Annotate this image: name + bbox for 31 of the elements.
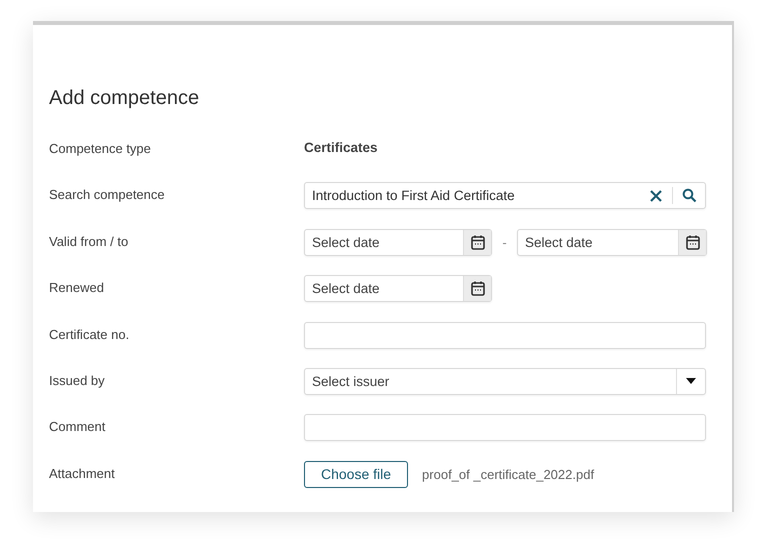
field-label: Competence type (49, 140, 152, 157)
placeholder-text: Select date (524, 234, 594, 252)
field-label: Issued by (49, 372, 106, 389)
calendar-icon[interactable] (470, 281, 484, 296)
field-value: Certificates (304, 139, 378, 155)
dialog-title: Add competence (48, 86, 200, 110)
clear-icon[interactable] (649, 188, 663, 203)
field-label: Comment (49, 418, 106, 436)
placeholder-text: Select issuer (311, 372, 390, 391)
range-separator: - (501, 234, 508, 250)
text-field[interactable] (304, 322, 706, 349)
search-value: Introduction to First Aid Certificate (311, 187, 516, 206)
search-icon[interactable] (682, 188, 697, 204)
search-field[interactable]: Introduction to First Aid Certificate (304, 182, 706, 210)
date-field[interactable]: Select date (517, 228, 707, 256)
field-label: Search competence (49, 186, 166, 204)
field-label: Valid from / to (49, 232, 130, 250)
date-field[interactable]: Select date (304, 228, 492, 256)
issuer-dropdown[interactable]: Select issuer (304, 368, 706, 395)
date-field[interactable]: Select date (304, 275, 492, 302)
file-name: proof_of _certificate_2022.pdf (422, 466, 594, 482)
caret-icon[interactable] (686, 378, 696, 384)
placeholder-text: Select date (311, 280, 381, 298)
field-label: Renewed (49, 279, 105, 296)
calendar-icon[interactable] (686, 234, 700, 250)
field-label: Attachment (49, 464, 116, 482)
placeholder-text: Select date (311, 234, 381, 252)
field-label: Certificate no. (49, 326, 130, 343)
text-field[interactable] (304, 414, 706, 442)
calendar-icon[interactable] (470, 234, 484, 250)
choose-file-button[interactable]: Choose file (304, 460, 408, 488)
